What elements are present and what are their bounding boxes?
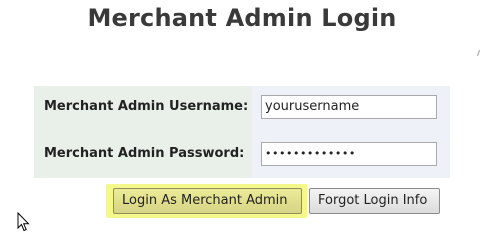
- login-page: Merchant Admin Login Merchant Admin User…: [0, 0, 482, 242]
- button-row: Login As Merchant Admin Forgot Login Inf…: [0, 184, 482, 220]
- input-column: yourusername •••••••••••••: [252, 86, 450, 178]
- login-button[interactable]: Login As Merchant Admin: [113, 188, 302, 214]
- mouse-pointer-icon: [17, 212, 30, 232]
- login-form: Merchant Admin Username: Merchant Admin …: [34, 86, 450, 178]
- stray-mark: [477, 50, 480, 56]
- username-label: Merchant Admin Username:: [44, 99, 249, 114]
- password-input[interactable]: •••••••••••••: [261, 142, 437, 166]
- label-column: Merchant Admin Username: Merchant Admin …: [34, 86, 252, 178]
- username-input[interactable]: yourusername: [261, 95, 437, 119]
- page-title: Merchant Admin Login: [87, 4, 397, 32]
- forgot-login-button[interactable]: Forgot Login Info: [309, 188, 440, 214]
- password-label: Merchant Admin Password:: [44, 146, 245, 161]
